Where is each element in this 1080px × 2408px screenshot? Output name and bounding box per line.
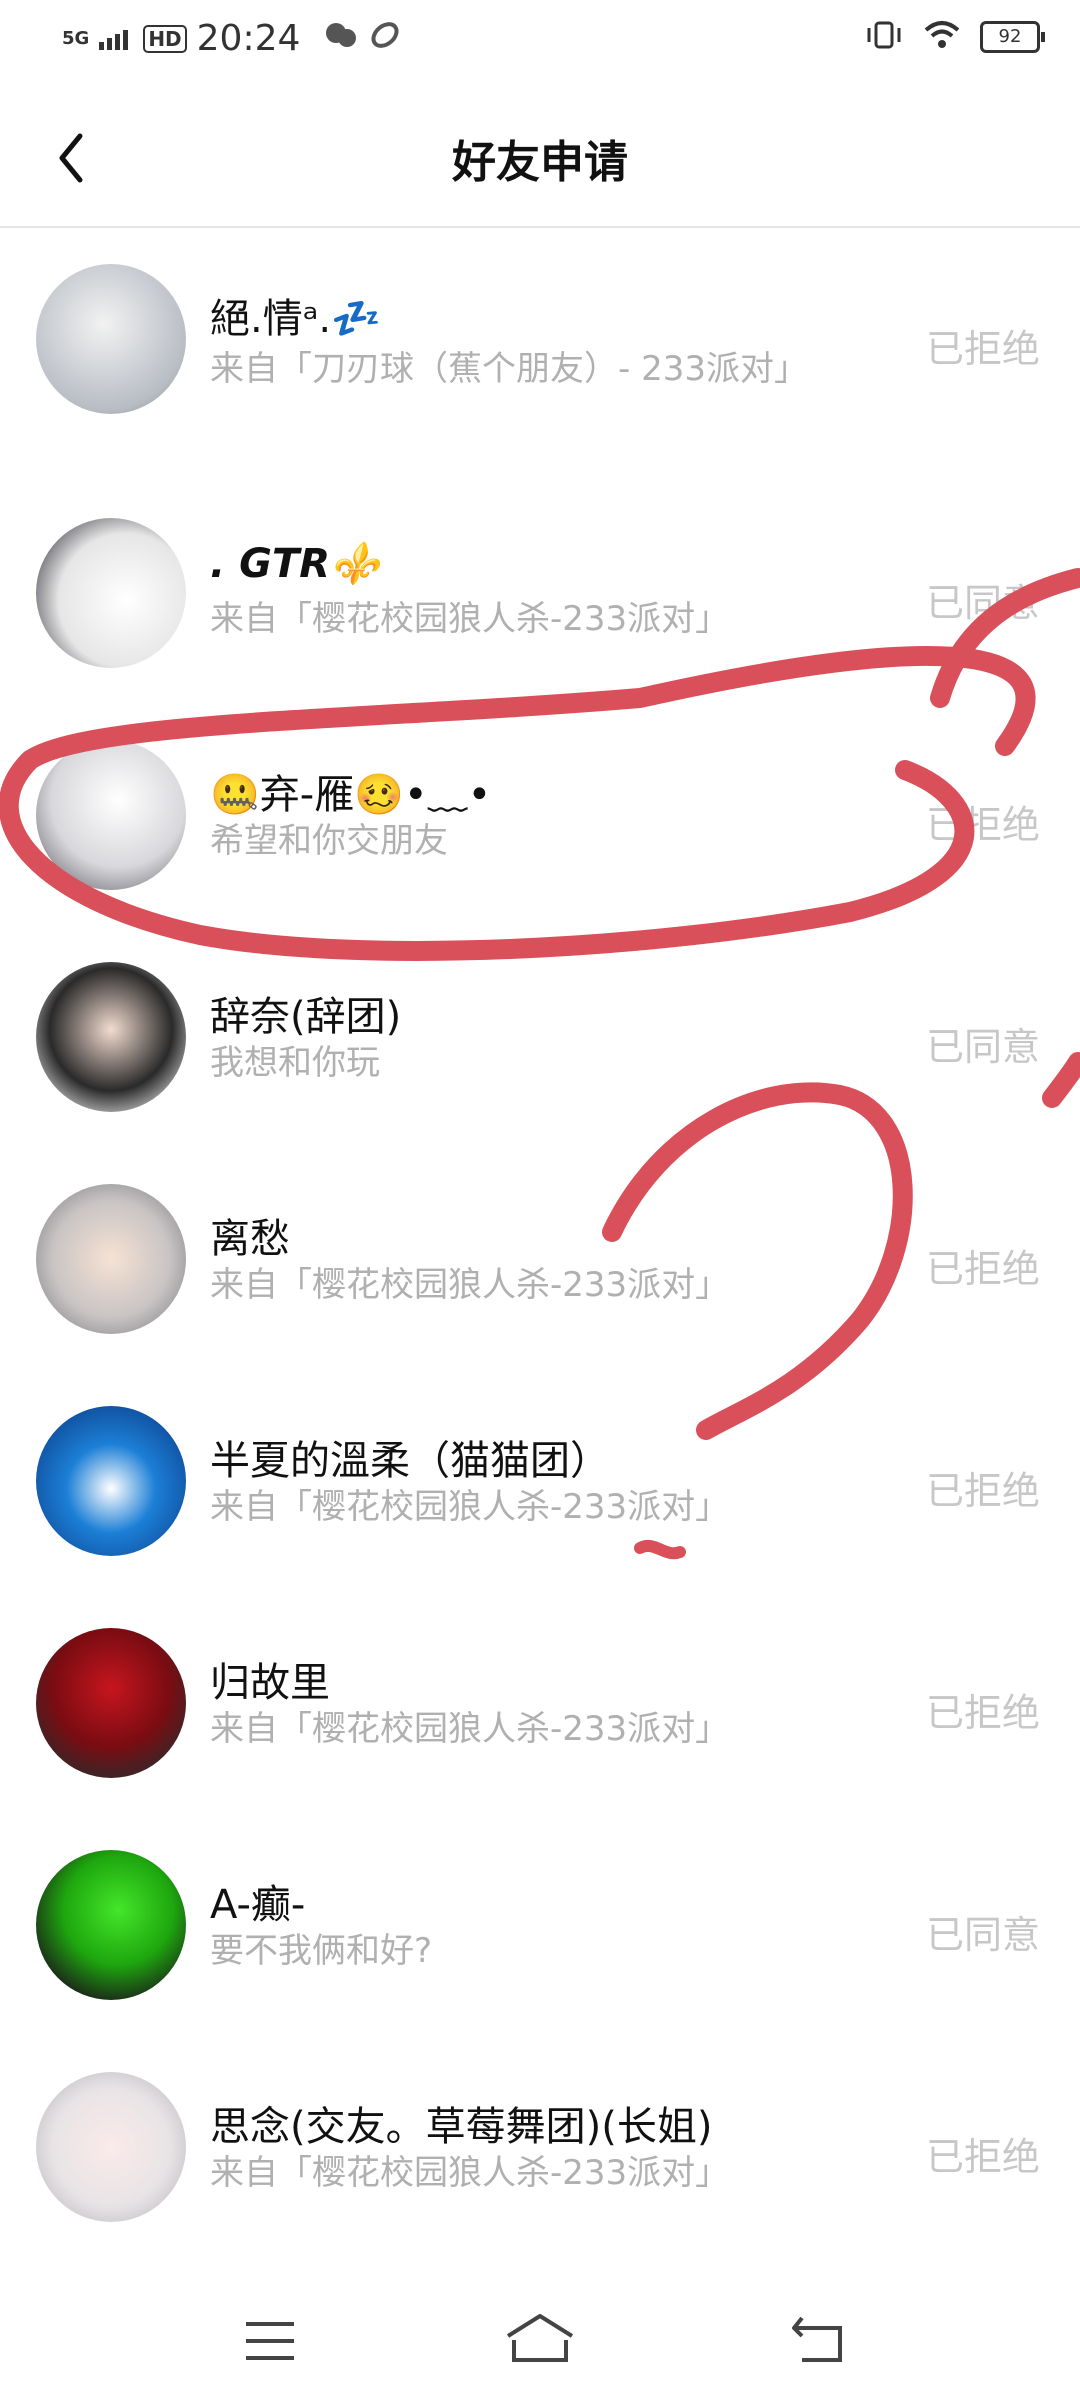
battery-indicator: 92 <box>980 21 1045 53</box>
request-status: 已同意 <box>925 1025 1040 1069</box>
request-subtitle: 来自「樱花校园狼人杀-233派对」 <box>210 1487 730 1527</box>
request-item[interactable]: 辞奈(辞团) 我想和你玩 已同意 <box>0 926 1080 1148</box>
request-item[interactable]: 归故里 来自「樱花校园狼人杀-233派对」 已拒绝 <box>0 1592 1080 1814</box>
home-icon <box>506 2314 574 2362</box>
request-status: 已同意 <box>925 581 1040 625</box>
request-status: 已拒绝 <box>925 1247 1040 1291</box>
return-icon <box>792 2316 842 2362</box>
avatar <box>36 1628 186 1778</box>
page-header: 好友申请 <box>0 80 1080 228</box>
vibrate-icon <box>864 20 904 54</box>
request-status: 已同意 <box>925 1913 1040 1957</box>
avatar <box>36 962 186 1112</box>
link-icon <box>368 18 402 59</box>
back-nav-button[interactable] <box>780 2306 860 2376</box>
request-name: 半夏的溫柔（猫猫团） <box>210 1438 610 1484</box>
avatar <box>36 264 186 414</box>
wechat-icon <box>324 20 358 58</box>
avatar <box>36 1850 186 2000</box>
avatar <box>36 740 186 890</box>
request-subtitle: 来自「樱花校园狼人杀-233派对」 <box>210 1709 730 1749</box>
request-subtitle: 希望和你交朋友 <box>210 821 448 861</box>
request-subtitle: 来自「樱花校园狼人杀-233派对」 <box>210 1265 730 1305</box>
home-button[interactable] <box>500 2306 580 2376</box>
request-subtitle: 要不我俩和好? <box>210 1931 433 1971</box>
request-status: 已拒绝 <box>925 1691 1040 1735</box>
request-item[interactable]: 离愁 来自「樱花校园狼人杀-233派对」 已拒绝 <box>0 1148 1080 1370</box>
request-status: 已拒绝 <box>925 803 1040 847</box>
request-item[interactable]: . 𝙂𝙏𝙍⚜️ 来自「樱花校园狼人杀-233派对」 已同意 <box>0 482 1080 704</box>
request-name: A-癫- <box>210 1882 306 1928</box>
wifi-icon <box>922 20 962 54</box>
request-subtitle: 来自「刀刃球（蕉个朋友）- 233派对」 <box>210 349 808 389</box>
request-subtitle: 来自「樱花校园狼人杀-233派对」 <box>210 2153 730 2193</box>
request-name: 🤐弃-雁🥴•﹏• <box>210 772 492 818</box>
avatar <box>36 1184 186 1334</box>
request-name: 絕.情ᵃ.💤 <box>210 296 381 342</box>
request-subtitle: 我想和你玩 <box>210 1043 380 1083</box>
request-status: 已拒绝 <box>925 1469 1040 1513</box>
request-status: 已拒绝 <box>925 2135 1040 2179</box>
menu-icon <box>246 2322 294 2360</box>
system-nav-bar <box>0 2280 1080 2408</box>
request-item[interactable]: 絕.情ᵃ.💤 来自「刀刃球（蕉个朋友）- 233派对」 已拒绝 <box>0 228 1080 450</box>
avatar <box>36 2072 186 2222</box>
avatar <box>36 518 186 668</box>
request-item[interactable]: A-癫- 要不我俩和好? 已同意 <box>0 1814 1080 2036</box>
network-indicator: 5G <box>62 27 90 49</box>
page-title: 好友申请 <box>452 137 628 188</box>
request-subtitle: 来自「樱花校园狼人杀-233派对」 <box>210 599 730 639</box>
menu-button[interactable] <box>230 2306 310 2376</box>
avatar <box>36 1406 186 1556</box>
request-name: 归故里 <box>210 1660 330 1706</box>
hd-badge: HD <box>143 24 187 53</box>
request-item[interactable]: 半夏的溫柔（猫猫团） 来自「樱花校园狼人杀-233派对」 已拒绝 <box>0 1370 1080 1592</box>
request-name: 离愁 <box>210 1216 290 1262</box>
clock: 20:24 <box>196 18 301 59</box>
signal-icon <box>99 18 133 59</box>
status-bar: 5G HD 20:24 92 <box>0 0 1080 80</box>
request-name: 思念(交友。草莓舞团)(长姐) <box>210 2104 713 2150</box>
request-item[interactable]: 🤐弃-雁🥴•﹏• 希望和你交朋友 已拒绝 <box>0 704 1080 926</box>
request-item[interactable]: 思念(交友。草莓舞团)(长姐) 来自「樱花校园狼人杀-233派对」 已拒绝 <box>0 2036 1080 2258</box>
request-status: 已拒绝 <box>925 327 1040 371</box>
request-name: 辞奈(辞团) <box>210 994 402 1040</box>
request-name: . 𝙂𝙏𝙍⚜️ <box>210 541 380 587</box>
